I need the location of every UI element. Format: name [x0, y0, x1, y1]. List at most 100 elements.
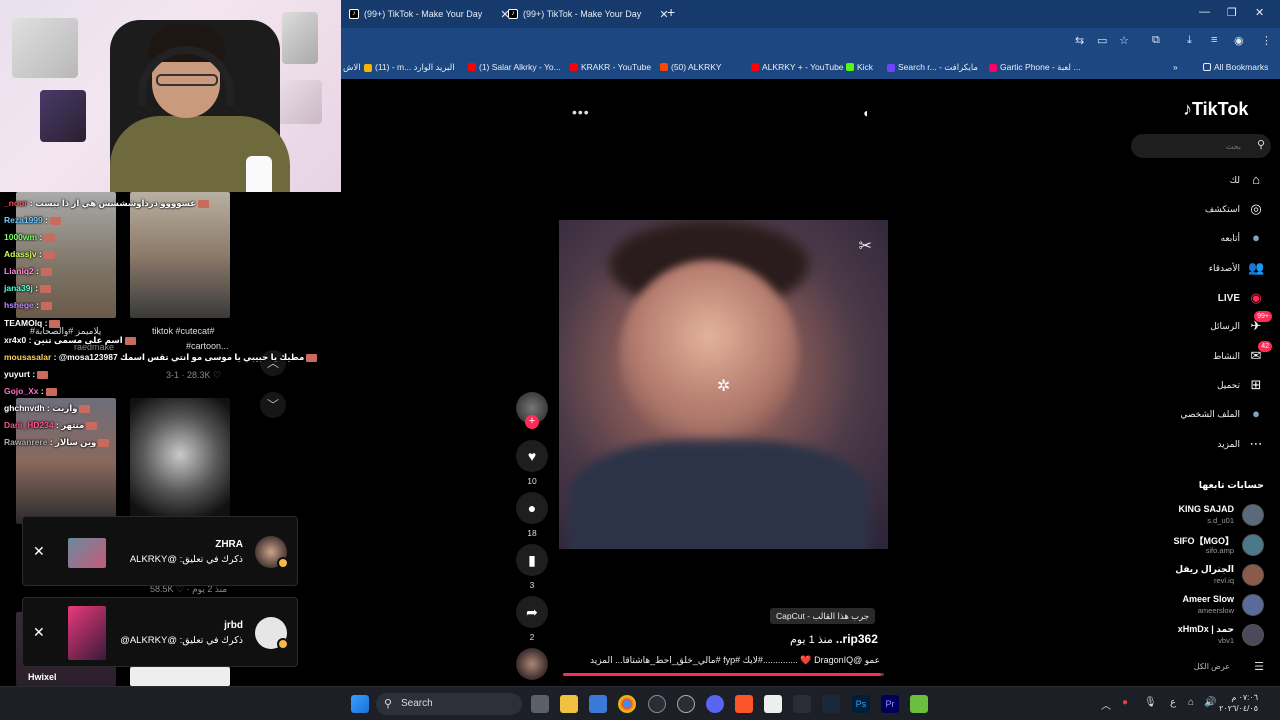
browser-tab-2[interactable]: ♪ (99+) TikTok - Make Your Day ✕	[508, 4, 669, 24]
video-thumbnail[interactable]	[130, 667, 230, 686]
sidebar-nav-item[interactable]: الملف الشخصي ●	[1180, 404, 1264, 424]
chat-emote-icon	[98, 438, 110, 447]
bookmark-item[interactable]: ALKRKY + - YouTube	[751, 62, 844, 72]
restore-window-icon[interactable]: ❐	[1227, 6, 1237, 19]
notification-toast[interactable]: ✕ ZHRA ذكرك في تعليق: @ALKRKY	[22, 516, 298, 586]
profile-avatar-icon[interactable]: ◉	[1234, 34, 1244, 47]
bookmark-item[interactable]: Gartic Phone - لعبة ...	[989, 62, 1080, 73]
tray-overflow-icon[interactable]: ︿	[1101, 697, 1111, 712]
avatar	[1242, 594, 1264, 616]
search-icon[interactable]: ⚲	[1257, 138, 1265, 151]
network-icon[interactable]: ⌂	[1188, 697, 1194, 708]
bookmark-item[interactable]: Kick	[846, 62, 873, 72]
follow-plus-icon[interactable]: +	[525, 415, 539, 429]
steam-like-icon[interactable]	[677, 695, 695, 713]
comment-icon[interactable]: ●	[516, 492, 548, 524]
see-all-link[interactable]: عرض الكل	[1194, 662, 1230, 671]
discord-icon[interactable]	[706, 695, 724, 713]
chat-message: Reza1999 :	[4, 215, 61, 225]
music-disc-icon[interactable]	[516, 648, 548, 680]
video-progress-bar[interactable]	[563, 673, 884, 676]
browser-tab-1[interactable]: ♪ (99+) TikTok - Make Your Day ✕	[349, 4, 510, 24]
close-window-icon[interactable]: ✕	[1255, 6, 1264, 19]
minimize-window-icon[interactable]: —	[1199, 6, 1210, 18]
capcut-template-button[interactable]: CapCut - جرب هذا القالب	[770, 608, 876, 624]
bookmark-item[interactable]: (50) ALKRKY	[660, 62, 722, 72]
account-handle: ameerslow	[1197, 606, 1234, 615]
chat-message: mousasalar : @mosa123987 مطيك يا حبيبي ي…	[4, 352, 318, 363]
bookmark-icon[interactable]: ▮	[516, 544, 548, 576]
video-thumbnail[interactable]	[16, 398, 116, 524]
sidebar-nav-item[interactable]: الرسائل ✈ 99+	[1210, 311, 1272, 336]
scroll-down-chevron-icon[interactable]: ﹀	[260, 392, 286, 418]
file-explorer-icon[interactable]	[560, 695, 578, 713]
sidebar-nav-item[interactable]: LIVE ◉	[1218, 288, 1264, 308]
capcut-app-icon[interactable]	[793, 695, 811, 713]
notification-toast[interactable]: ✕ jrbd ذكرك في تعليق: @ALKRKY@	[22, 597, 298, 667]
award-plaque	[40, 90, 86, 142]
notification-message: ذكرك في تعليق: @ALKRKY@	[120, 635, 243, 646]
close-notification-icon[interactable]: ✕	[33, 624, 45, 641]
system-clock[interactable]: ٠٧:٠٦ م ٢٠٢٦/٠٤/٠٥	[1219, 692, 1258, 714]
tray-app-icon[interactable]: ●	[1122, 697, 1128, 708]
steam-icon[interactable]	[822, 695, 840, 713]
microphone-icon[interactable]: 🎙	[1144, 697, 1157, 708]
browser-menu-icon[interactable]: ⋮	[1261, 34, 1272, 47]
video-player[interactable]: ✂ ✲	[559, 220, 888, 549]
post-time: منذ 1 يوم	[790, 634, 833, 646]
sidebar-nav-item[interactable]: تحميل ⊞	[1217, 375, 1264, 395]
extensions-icon[interactable]: ⧉	[1152, 34, 1160, 47]
tiktok-logo[interactable]: ♪TikTok	[1183, 98, 1248, 121]
all-bookmarks-button[interactable]: All Bookmarks	[1203, 62, 1268, 72]
youtube-icon	[570, 63, 578, 71]
list-icon[interactable]: ☰	[1254, 660, 1264, 673]
close-notification-icon[interactable]: ✕	[33, 543, 45, 560]
photoshop-icon[interactable]: Ps	[852, 695, 870, 713]
sidebar-nav-item[interactable]: استكشف ◎	[1205, 199, 1264, 219]
bookmark-item[interactable]: الاش	[343, 62, 361, 73]
account-name: xHmDx | حمد	[1177, 624, 1234, 634]
minecraft-icon[interactable]	[910, 695, 928, 713]
sidebar-nav-label: LIVE	[1217, 292, 1240, 304]
brave-icon[interactable]	[735, 695, 753, 713]
video-thumbnail[interactable]	[130, 192, 230, 318]
search-input[interactable]	[1137, 138, 1241, 154]
new-tab-plus-icon[interactable]: +	[667, 4, 675, 20]
video-thumbnail[interactable]	[130, 398, 230, 524]
sidebar-nav-item[interactable]: أتابعه ●	[1221, 228, 1264, 248]
sidebar-nav-item[interactable]: النشاط ✉ 42	[1213, 341, 1272, 366]
more-options-icon[interactable]: •••	[572, 104, 590, 120]
bookmarks-overflow-icon[interactable]: »	[1173, 62, 1178, 72]
translate-icon[interactable]: ⇆	[1075, 34, 1084, 47]
notepad-icon[interactable]	[764, 695, 782, 713]
like-heart-icon[interactable]: ♥	[516, 440, 548, 472]
reading-list-icon[interactable]: ≡	[1211, 34, 1217, 46]
bookmark-item[interactable]: KRAKR - YouTube	[570, 62, 651, 72]
bookmark-item[interactable]: (11) - m... البريد الوارد	[364, 62, 455, 73]
language-indicator[interactable]: ع	[1170, 697, 1176, 708]
video-author[interactable]: rip362.. منذ 1 يوم	[790, 632, 878, 646]
obs-icon[interactable]	[648, 695, 666, 713]
volume-icon[interactable]: 🔊	[1204, 697, 1216, 708]
bookmark-item[interactable]: (1) Salar Alkrky - Yo...	[468, 62, 561, 72]
share-arrow-icon[interactable]: ➦	[516, 596, 548, 628]
bookmark-star-icon[interactable]: ☆	[1119, 34, 1129, 47]
sidebar-nav-item[interactable]: الأصدقاء 👥	[1209, 258, 1264, 278]
search-icon: ⚲	[384, 698, 393, 710]
chat-username: Lianiq2	[4, 266, 34, 276]
premiere-icon[interactable]: Pr	[881, 695, 899, 713]
windows-start-icon[interactable]	[351, 695, 369, 713]
upload-icon: ⊞	[1250, 377, 1262, 392]
notification-video-thumbnail	[68, 606, 106, 660]
chat-message: xr4x0 : اسم على مسمى تنين	[4, 335, 136, 346]
sidebar-nav-item[interactable]: المزيد ⋯	[1217, 434, 1264, 454]
search-box[interactable]: ⚲	[1131, 134, 1271, 158]
download-icon[interactable]: ⤓	[1187, 34, 1192, 47]
bookmark-item[interactable]: Search r... - مايكرافت	[887, 62, 978, 73]
microsoft-store-icon[interactable]	[589, 695, 607, 713]
sidebar-nav-item[interactable]: لك ⌂	[1230, 170, 1264, 190]
task-view-icon[interactable]	[531, 695, 549, 713]
cast-icon[interactable]: ▭	[1097, 34, 1107, 47]
chrome-icon[interactable]	[618, 695, 636, 713]
taskbar-search[interactable]: ⚲ Search	[376, 693, 522, 715]
